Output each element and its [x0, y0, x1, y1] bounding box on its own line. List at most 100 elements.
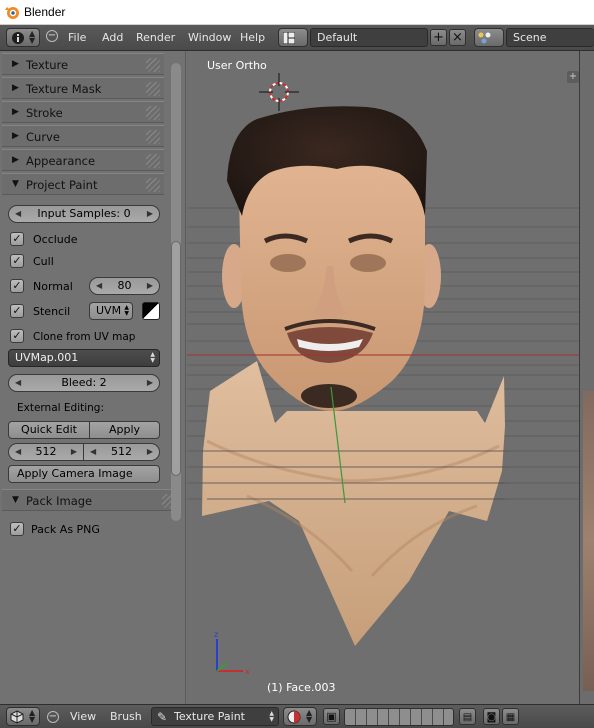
panel-texture[interactable]: ▶ Texture: [2, 53, 164, 75]
screen-layout-icon: [283, 32, 295, 44]
decrement-arrow-icon[interactable]: ◀: [15, 375, 21, 391]
collapse-menu-icon[interactable]: −: [47, 711, 59, 723]
panel-project-paint[interactable]: ▼ Project Paint: [2, 173, 164, 195]
panel-texture-mask[interactable]: ▶ Texture Mask: [2, 77, 164, 99]
size-y-value: 512: [111, 445, 132, 458]
drag-grip-icon[interactable]: [146, 82, 160, 96]
cull-checkbox[interactable]: ✓: [10, 254, 24, 268]
input-samples-field[interactable]: ◀ Input Samples: 0 ▶: [8, 205, 160, 223]
expand-plus-icon[interactable]: +: [567, 71, 579, 83]
decrement-arrow-icon[interactable]: ◀: [15, 206, 21, 222]
apply-camera-image-button[interactable]: Apply Camera Image: [8, 465, 160, 483]
close-icon: ×: [452, 30, 463, 45]
viewport-shading-button[interactable]: ▲ ▼: [283, 707, 317, 726]
panel-curve[interactable]: ▶ Curve: [2, 125, 164, 147]
remove-screen-button[interactable]: ×: [449, 29, 466, 46]
3d-viewport[interactable]: z x User Ortho (1) Face.003: [187, 51, 579, 704]
collapse-arrow-icon: ▼: [12, 495, 19, 505]
editor-type-button[interactable]: ▲ ▼: [6, 707, 40, 726]
increment-arrow-icon[interactable]: ▶: [147, 375, 153, 391]
menu-file[interactable]: File: [68, 31, 86, 44]
panel-stroke-label: Stroke: [26, 106, 63, 120]
menu-help[interactable]: Help: [240, 31, 265, 44]
clone-uv-checkbox[interactable]: ✓: [10, 329, 24, 343]
menu-view[interactable]: View: [70, 710, 96, 723]
size-y-field[interactable]: ◀ 512 ▶: [83, 443, 160, 461]
render-button[interactable]: ◙: [483, 708, 500, 725]
expand-arrow-icon: ▶: [12, 59, 19, 69]
3d-view-icon: [10, 710, 24, 724]
adjacent-editor-edge[interactable]: +: [567, 51, 594, 704]
mode-select[interactable]: ✎ Texture Paint ▲ ▼: [151, 707, 279, 726]
increment-arrow-icon[interactable]: ▶: [147, 206, 153, 222]
scrollbar-thumb[interactable]: [171, 241, 181, 476]
shading-sphere-icon: [287, 710, 301, 724]
chevron-updown-icon: ▲ ▼: [124, 304, 129, 317]
expand-arrow-icon: ▶: [12, 155, 19, 165]
drag-grip-icon[interactable]: [146, 58, 160, 72]
layer-buttons[interactable]: [344, 708, 454, 726]
menu-window[interactable]: Window: [188, 31, 231, 44]
panel-appearance[interactable]: ▶ Appearance: [2, 149, 164, 171]
mesh-goatee: [301, 384, 357, 408]
brush-icon: ✎: [157, 710, 168, 724]
svg-text:z: z: [214, 630, 218, 639]
panel-project-paint-label: Project Paint: [26, 178, 98, 192]
stencil-color-swatch[interactable]: [142, 302, 160, 320]
stencil-checkbox[interactable]: ✓: [10, 304, 24, 318]
render-animation-button[interactable]: ▦: [502, 708, 519, 725]
increment-arrow-icon[interactable]: ▶: [147, 278, 153, 294]
quick-edit-button[interactable]: Quick Edit: [8, 421, 90, 439]
screen-layout-button[interactable]: [278, 28, 308, 47]
drag-grip-icon[interactable]: [146, 130, 160, 144]
viewport-scene: z x: [187, 73, 579, 676]
cube-icon: ▣: [326, 710, 337, 723]
menu-brush[interactable]: Brush: [110, 710, 142, 723]
drag-grip-icon[interactable]: [146, 178, 160, 192]
collapse-menu-icon[interactable]: −: [46, 30, 58, 42]
drag-grip-icon[interactable]: [146, 106, 160, 120]
uv-map-select[interactable]: UVMap.001 ▲ ▼: [8, 349, 160, 367]
bleed-field[interactable]: ◀ Bleed: 2 ▶: [8, 374, 160, 392]
occlude-checkbox[interactable]: ✓: [10, 232, 24, 246]
increment-arrow-icon[interactable]: ▶: [71, 444, 77, 460]
decrement-arrow-icon[interactable]: ◀: [90, 444, 96, 460]
info-icon: [12, 32, 24, 44]
scene-field[interactable]: Scene: [506, 28, 594, 47]
panel-stroke[interactable]: ▶ Stroke: [2, 101, 164, 123]
decrement-arrow-icon[interactable]: ◀: [96, 278, 102, 294]
scene-button[interactable]: [474, 28, 504, 47]
size-x-field[interactable]: ◀ 512 ▶: [8, 443, 84, 461]
chevron-updown-icon: ▲ ▼: [306, 708, 313, 724]
tool-shelf: ▶ Texture ▶ Texture Mask ▶ Stroke ▶ Curv…: [0, 51, 186, 704]
chevron-updown-icon: ▲ ▼: [150, 351, 155, 364]
expand-arrow-icon: ▶: [12, 83, 19, 93]
occlude-label: Occlude: [33, 233, 78, 246]
scene-icon: [478, 32, 491, 44]
stencil-layer-select[interactable]: UVM ▲ ▼: [89, 302, 133, 320]
3d-view-header: ▲ ▼ − View Brush ✎ Texture Paint ▲ ▼ ▲ ▼ ▣ …: [0, 704, 594, 728]
window-title: Blender: [24, 5, 66, 19]
pack-as-png-label: Pack As PNG: [31, 523, 100, 536]
add-screen-button[interactable]: +: [430, 29, 447, 46]
tool-shelf-scrollbar[interactable]: [171, 63, 181, 521]
menu-add[interactable]: Add: [102, 31, 123, 44]
normal-checkbox[interactable]: ✓: [10, 279, 24, 293]
panel-pack-image[interactable]: ▼ Pack Image: [2, 489, 180, 511]
editor-type-button[interactable]: ▲ ▼: [6, 28, 40, 47]
increment-arrow-icon[interactable]: ▶: [147, 444, 153, 460]
normal-angle-field[interactable]: ◀ 80 ▶: [89, 277, 160, 295]
drag-grip-icon[interactable]: [146, 154, 160, 168]
screen-layout-field[interactable]: Default: [310, 28, 428, 47]
clapper-icon: ▦: [505, 712, 516, 723]
uv-map-value: UVMap.001: [15, 351, 79, 364]
menu-render[interactable]: Render: [136, 31, 175, 44]
lock-layers-button[interactable]: ▤: [459, 708, 476, 725]
pack-as-png-checkbox[interactable]: ✓: [10, 522, 24, 536]
decrement-arrow-icon[interactable]: ◀: [15, 444, 21, 460]
active-object-label: (1) Face.003: [267, 681, 336, 694]
chevron-updown-icon: ▲ ▼: [29, 708, 36, 724]
texture-slots-button[interactable]: ▣: [323, 708, 340, 725]
apply-button[interactable]: Apply: [89, 421, 160, 439]
chevron-updown-icon: ▲ ▼: [29, 29, 36, 45]
